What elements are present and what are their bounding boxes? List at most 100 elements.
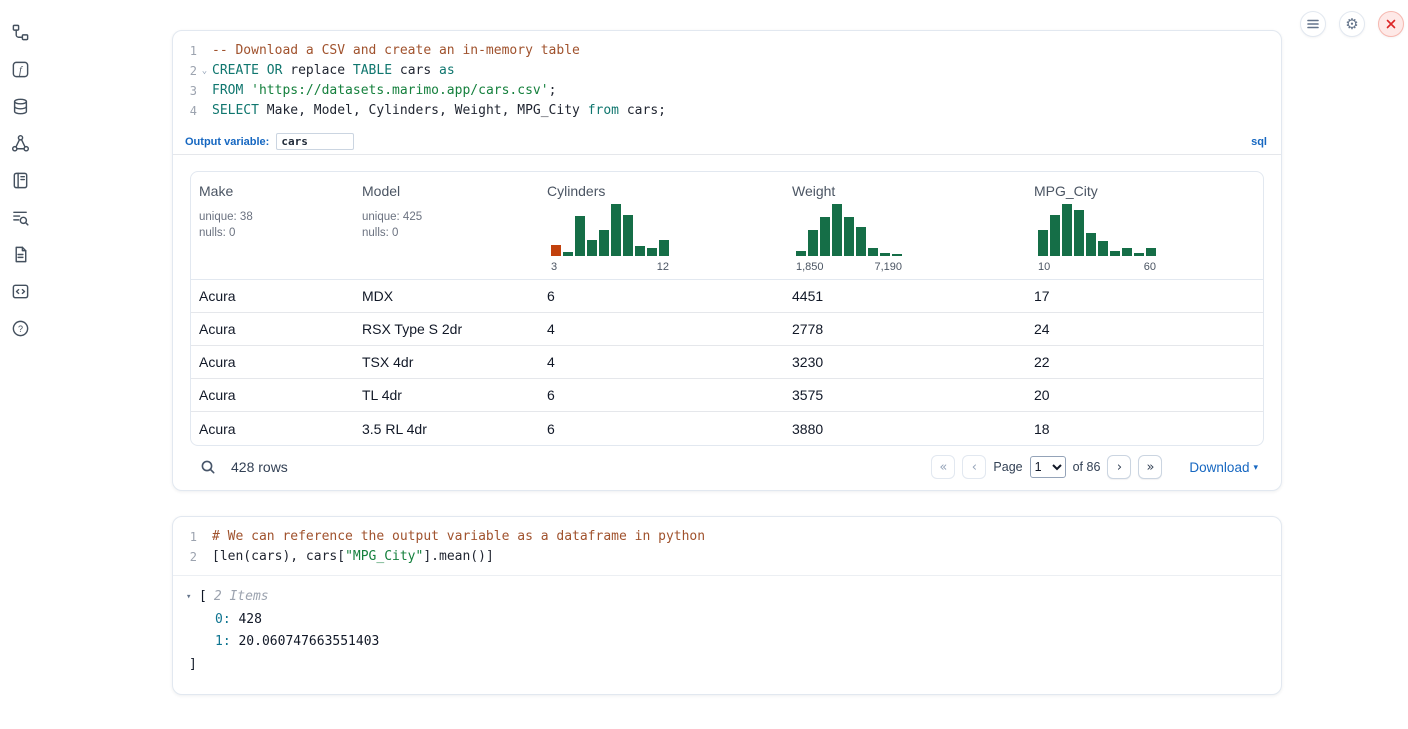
next-page-button[interactable]: › [1107, 455, 1131, 479]
collapse-chevron-icon[interactable]: ▾ [186, 586, 199, 609]
histogram-bars [796, 204, 902, 256]
histogram-bar[interactable] [1074, 210, 1084, 256]
histogram-bar[interactable] [880, 253, 890, 256]
histogram-bar[interactable] [1134, 253, 1144, 256]
page-total-label: of 86 [1073, 460, 1101, 474]
code-text: [len(cars), cars["MPG_City"].mean()] [212, 547, 494, 567]
column-name[interactable]: Make [199, 182, 346, 200]
output-list-items: 0: 4281: 20.060747663551403 [186, 609, 1281, 654]
table-cell: 2778 [784, 321, 1026, 337]
histogram-bar[interactable] [563, 252, 573, 256]
code-text: # We can reference the output variable a… [212, 527, 705, 547]
close-button[interactable] [1378, 11, 1404, 37]
histogram-bar[interactable] [623, 215, 633, 256]
histogram-bar[interactable] [635, 246, 645, 256]
histogram-bar[interactable] [1110, 251, 1120, 256]
help-icon[interactable]: ? [10, 318, 30, 338]
gutter-spacer [197, 547, 212, 567]
notebook-controls: ⚙ [1300, 11, 1404, 37]
column-header-mpg_city: MPG_City1060 [1026, 182, 1263, 273]
histogram-bar[interactable] [1062, 204, 1072, 256]
download-label: Download [1189, 460, 1249, 475]
table-cell: Acura [191, 387, 354, 403]
chevron-left-icon: ‹ [972, 461, 977, 474]
code-line[interactable]: 4SELECT Make, Model, Cylinders, Weight, … [173, 101, 1281, 121]
histogram-bar[interactable] [1086, 233, 1096, 256]
output-variable-input[interactable] [276, 133, 354, 150]
previous-page-button[interactable]: ‹ [962, 455, 986, 479]
histogram-bar[interactable] [551, 245, 561, 256]
notebook-icon[interactable] [10, 170, 30, 190]
last-page-button[interactable]: » [1138, 455, 1162, 479]
file-tree-icon[interactable] [10, 22, 30, 42]
function-icon[interactable]: f [10, 59, 30, 79]
line-number: 1 [173, 527, 197, 547]
histogram-bar[interactable] [820, 217, 830, 256]
histogram-range-labels: 1,8507,190 [796, 261, 902, 273]
items-count: 2 Items [214, 586, 269, 609]
histogram-bar[interactable] [659, 240, 669, 256]
item-key: 0: [215, 612, 238, 627]
histogram-bar[interactable] [587, 240, 597, 256]
table-cell: Acura [191, 288, 354, 304]
table-cell: MDX [354, 288, 539, 304]
row-count: 428 rows [231, 459, 288, 475]
histogram-bar[interactable] [796, 251, 806, 256]
histogram-bar[interactable] [832, 204, 842, 256]
column-name[interactable]: Weight [792, 182, 1018, 200]
download-button[interactable]: Download ▾ [1189, 460, 1258, 475]
histogram-bar[interactable] [1098, 241, 1108, 256]
documentation-icon[interactable] [10, 244, 30, 264]
fold-chevron-icon[interactable]: ⌄ [197, 61, 212, 81]
histogram-bar[interactable] [892, 254, 902, 256]
column-header-make: Makeunique: 38nulls: 0 [191, 182, 354, 273]
histogram-bar[interactable] [647, 248, 657, 256]
column-stats: unique: 425nulls: 0 [362, 209, 531, 241]
column-name[interactable]: Model [362, 182, 531, 200]
search-button[interactable] [198, 457, 218, 477]
histogram-bar[interactable] [1146, 248, 1156, 256]
close-bracket: ] [186, 654, 1281, 677]
database-icon[interactable] [10, 96, 30, 116]
histogram-bar[interactable] [856, 227, 866, 256]
histogram-bar[interactable] [575, 216, 585, 256]
sql-code-editor[interactable]: 1-- Download a CSV and create an in-memo… [173, 31, 1281, 129]
table-cell: 4451 [784, 288, 1026, 304]
chevrons-right-icon: » [1146, 461, 1154, 474]
table-row: AcuraTSX 4dr4323022 [191, 346, 1263, 379]
table-row: Acura3.5 RL 4dr6388018 [191, 412, 1263, 445]
gutter-spacer [197, 41, 212, 61]
histogram-cylinders: 312 [551, 204, 669, 273]
histogram-bar[interactable] [1050, 215, 1060, 256]
code-line[interactable]: 3FROM 'https://datasets.marimo.app/cars.… [173, 81, 1281, 101]
code-line[interactable]: 2⌄CREATE OR replace TABLE cars as [173, 61, 1281, 81]
histogram-bar[interactable] [1122, 248, 1132, 256]
histogram-bar[interactable] [1038, 230, 1048, 256]
code-line[interactable]: 1 # We can reference the output variable … [173, 527, 1281, 547]
table-cell: 6 [539, 421, 784, 437]
settings-button[interactable]: ⚙ [1339, 11, 1365, 37]
table-cell: 3230 [784, 354, 1026, 370]
menu-button[interactable] [1300, 11, 1326, 37]
column-name[interactable]: Cylinders [547, 182, 776, 200]
histogram-bar[interactable] [611, 204, 621, 256]
histogram-bar[interactable] [599, 230, 609, 256]
first-page-button[interactable]: « [931, 455, 955, 479]
python-code-editor[interactable]: 1 # We can reference the output variable … [173, 517, 1281, 575]
output-list-item: 0: 428 [186, 609, 1281, 632]
table-header: Makeunique: 38nulls: 0 Model unique: 425nu… [191, 172, 1263, 280]
code-line[interactable]: 2[len(cars), cars["MPG_City"].mean()] [173, 547, 1281, 567]
logs-icon[interactable] [10, 207, 30, 227]
histogram-bar[interactable] [844, 217, 854, 256]
code-line[interactable]: 1-- Download a CSV and create an in-memo… [173, 41, 1281, 61]
code-text: CREATE OR replace TABLE cars as [212, 61, 455, 81]
table-cell: 3.5 RL 4dr [354, 421, 539, 437]
table-cell: 3575 [784, 387, 1026, 403]
page-select[interactable]: 1 [1030, 456, 1066, 478]
histogram-bar[interactable] [808, 230, 818, 256]
snippets-icon[interactable] [10, 281, 30, 301]
table-cell: Acura [191, 321, 354, 337]
dependency-graph-icon[interactable] [10, 133, 30, 153]
column-name[interactable]: MPG_City [1034, 182, 1255, 200]
histogram-bar[interactable] [868, 248, 878, 256]
